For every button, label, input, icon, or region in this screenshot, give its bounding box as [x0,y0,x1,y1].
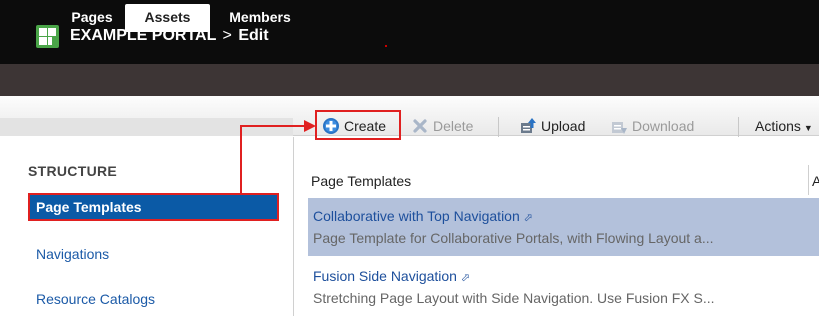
tab-bar [0,64,819,96]
toolbar-divider [498,117,499,137]
toolbar-divider [738,117,739,137]
sidebar-item-page-templates[interactable]: Page Templates [28,193,279,221]
column-header-page-templates[interactable]: Page Templates [311,173,411,189]
actions-label: Actions [755,118,801,134]
tab-assets[interactable]: Assets [125,4,210,32]
actions-menu[interactable]: Actions ▼ [755,117,813,135]
sidebar-item-navigations[interactable]: Navigations [28,240,279,268]
create-button-highlight [315,110,401,140]
row-description: Page Template for Collaborative Portals,… [313,230,714,246]
annotation-arrow-horizontal [240,125,306,127]
toolbar [0,96,819,136]
toolbar-left-panel [0,118,293,136]
column-divider[interactable] [808,165,809,195]
upload-icon [521,118,536,133]
download-button[interactable]: Download [632,117,694,135]
tab-pages[interactable]: Pages [64,4,120,32]
tab-members[interactable]: Members [217,4,303,32]
sidebar-item-resource-catalogs[interactable]: Resource Catalogs [28,285,279,313]
row-title[interactable]: Fusion Side Navigation ⬀ [313,268,470,284]
decorative-dot [385,45,387,47]
portal-logo-icon [36,25,59,48]
row-title[interactable]: Collaborative with Top Navigation ⬀ [313,208,533,224]
external-link-icon[interactable]: ⬀ [524,211,533,224]
annotation-arrowhead-icon [304,120,316,132]
row-title-text[interactable]: Fusion Side Navigation [313,268,457,284]
row-title-text[interactable]: Collaborative with Top Navigation [313,208,520,224]
upload-button[interactable]: Upload [541,117,585,135]
chevron-down-icon: ▼ [803,123,813,133]
delete-button[interactable]: Delete [433,117,473,135]
column-header-second[interactable]: A [812,173,819,189]
table-row-selected[interactable] [308,198,819,256]
annotation-arrow-vertical [240,125,242,195]
row-description: Stretching Page Layout with Side Navigat… [313,290,715,306]
external-link-icon[interactable]: ⬀ [461,271,470,284]
delete-x-icon [413,119,427,133]
download-icon [612,122,627,134]
sidebar-heading: STRUCTURE [28,163,118,179]
